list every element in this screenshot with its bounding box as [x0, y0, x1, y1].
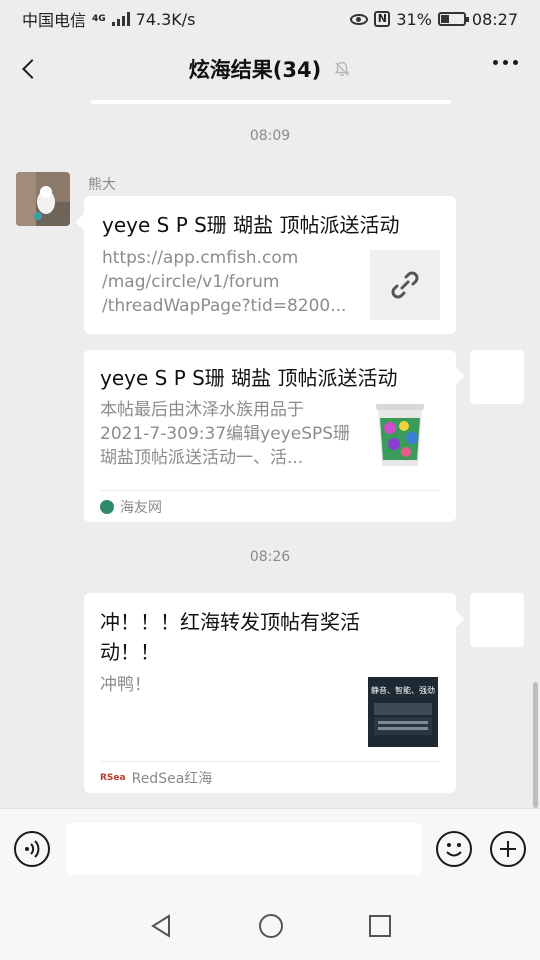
desc-line: https://app.cmfish.com — [102, 248, 299, 268]
chat-area[interactable]: 08:09 熊大 yeye S P S珊 瑚盐 顶帖派送活动 https://a… — [0, 100, 540, 808]
voice-button[interactable] — [14, 831, 50, 867]
nav-home-icon[interactable] — [259, 914, 283, 938]
card-title: yeye S P S珊 瑚盐 顶帖派送活动 — [100, 366, 398, 390]
battery-percent: 31% — [396, 9, 432, 29]
more-button[interactable] — [493, 60, 518, 65]
article-card[interactable]: 冲！！！红海转发顶帖有奖活 动！！ 冲鸭！ 静音、智能、强劲 RSea RedS… — [84, 593, 465, 793]
link-icon — [391, 271, 419, 299]
message-input[interactable] — [66, 823, 422, 875]
redsea-logo-icon: RSea — [100, 773, 126, 783]
signal-icon — [111, 12, 130, 26]
product-thumbnail — [370, 400, 430, 470]
status-right: N 31% 08:27 — [350, 10, 518, 29]
card-description: https://app.cmfish.com /mag/circle/v1/fo… — [102, 246, 352, 318]
status-left: 中国电信 4G 74.3K/s — [22, 7, 196, 31]
nav-back-icon[interactable] — [149, 913, 173, 939]
link-card[interactable]: yeye S P S珊 瑚盐 顶帖派送活动 https://app.cmfish… — [75, 196, 456, 334]
card-title: 冲！！！红海转发顶帖有奖活 动！！ — [100, 607, 440, 667]
previous-message-edge — [90, 100, 452, 104]
thumbnail-caption: 静音、智能、强劲 — [371, 686, 435, 695]
back-button[interactable] — [14, 52, 44, 86]
card-source: RSea RedSea红海 — [100, 761, 440, 788]
self-avatar[interactable] — [470, 593, 524, 647]
card-source: 海友网 — [100, 490, 440, 517]
source-icon — [100, 500, 114, 514]
chat-title: 炫海结果(34) — [188, 58, 322, 82]
desc-line: 2021-7-309:37编辑yeyeSPS珊 — [100, 424, 351, 444]
desc-line: 瑚盐顶帖派送活动一、活... — [100, 448, 304, 468]
link-thumbnail — [370, 250, 440, 320]
network-type: 4G — [92, 14, 106, 24]
timestamp: 08:26 — [249, 549, 291, 565]
emoji-icon — [446, 843, 462, 857]
card-description: 本帖最后由沐泽水族用品于 2021-7-309:37编辑yeyeSPS珊 瑚盐顶… — [100, 398, 368, 470]
desc-line: 本帖最后由沐泽水族用品于 — [100, 400, 304, 420]
clock: 08:27 — [471, 9, 518, 29]
chat-header: 炫海结果(34) — [0, 38, 540, 100]
carrier-label: 中国电信 — [22, 11, 87, 30]
mute-icon — [335, 62, 350, 76]
plus-button[interactable] — [490, 831, 526, 867]
nfc-icon: N — [374, 11, 391, 27]
network-speed: 74.3K/s — [135, 9, 196, 29]
title-line: 动！！ — [100, 640, 160, 664]
system-navigation — [0, 892, 540, 960]
title-line: 冲！！！红海转发顶帖有奖活 — [100, 610, 360, 634]
input-bar — [0, 808, 540, 892]
back-icon — [22, 59, 42, 79]
avatar[interactable] — [16, 172, 70, 226]
nav-recent-icon[interactable] — [369, 915, 391, 937]
battery-icon — [437, 12, 469, 26]
card-title: yeye S P S珊 瑚盐 顶帖派送活动 — [102, 213, 400, 237]
source-name: 海友网 — [120, 500, 162, 516]
source-name: RedSea红海 — [131, 771, 213, 787]
product-thumbnail: 静音、智能、强劲 — [368, 677, 438, 747]
self-avatar[interactable] — [470, 350, 524, 404]
eye-icon — [350, 13, 369, 25]
card-description: 冲鸭！ — [100, 675, 151, 695]
desc-line: /mag/circle/v1/forum — [102, 272, 280, 292]
article-card[interactable]: yeye S P S珊 瑚盐 顶帖派送活动 本帖最后由沐泽水族用品于 2021-… — [84, 350, 465, 522]
status-bar: 中国电信 4G 74.3K/s N 31% 08:27 — [0, 0, 540, 38]
emoji-button[interactable] — [436, 831, 472, 867]
sender-name: 熊大 — [88, 177, 116, 193]
timestamp: 08:09 — [249, 128, 291, 144]
scrollbar[interactable] — [533, 682, 538, 808]
desc-line: /threadWapPage?tid=8200... — [102, 296, 347, 316]
voice-icon — [25, 840, 40, 858]
